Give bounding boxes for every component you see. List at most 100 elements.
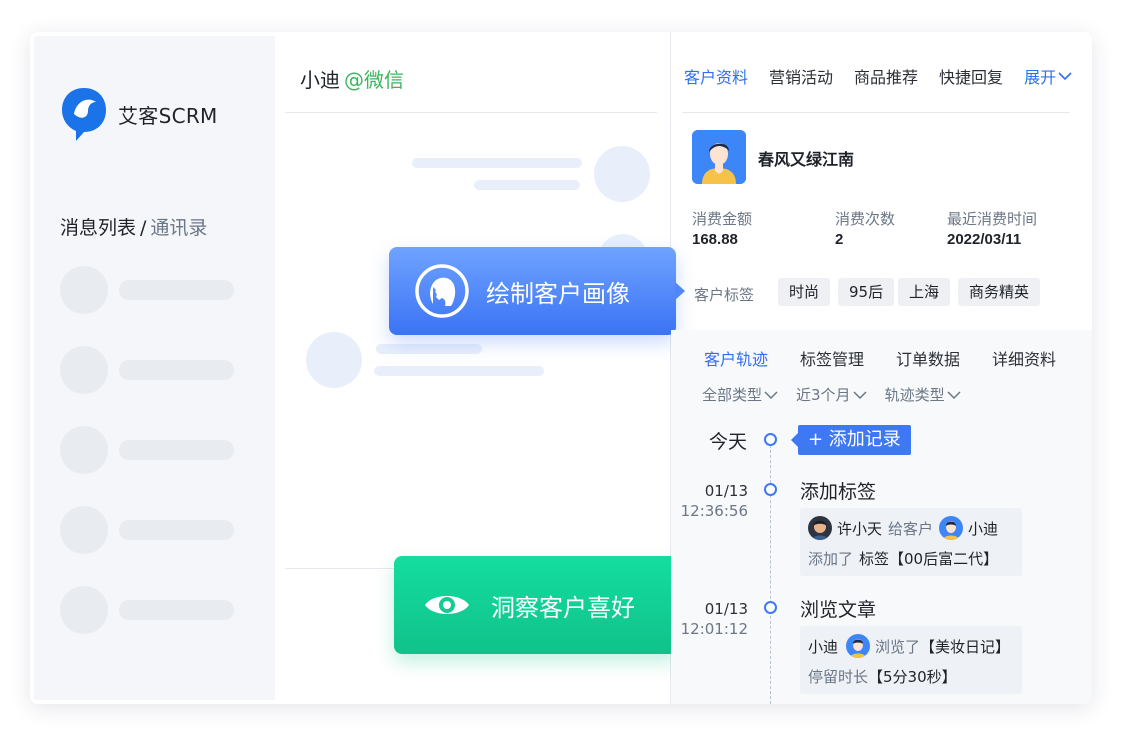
timeline-today: 今天 — [709, 431, 748, 453]
filter-label: 近3个月 — [796, 386, 851, 404]
timeline-dot — [764, 483, 777, 496]
timeline-dot — [764, 433, 777, 446]
avatar — [594, 146, 650, 202]
tab-tag-management[interactable]: 标签管理 — [800, 346, 864, 370]
tab-customer-track[interactable]: 客户轨迹 — [704, 346, 768, 370]
avatar — [306, 332, 362, 388]
event-row: 停留时长 【5分30秒】 — [808, 666, 957, 687]
stat-label-last-date: 最近消费时间 — [947, 210, 1038, 228]
conversation-placeholder[interactable] — [60, 586, 240, 634]
event-title: 添加标签 — [800, 481, 877, 503]
event-verb: 给客户 — [888, 519, 934, 538]
tab-customer-info[interactable]: 客户资料 — [684, 64, 748, 88]
app-window: 艾客SCRM 消息列表 / 通讯录 小迪 @微信 绘制客户画像 洞察客户喜好 客… — [30, 32, 1092, 704]
chevron-down-icon — [1058, 72, 1072, 81]
placeholder-text — [119, 520, 234, 540]
tab-details[interactable]: 详细资料 — [992, 346, 1056, 370]
filter-period[interactable]: 近3个月 — [796, 384, 867, 405]
event-actor: 小迪 — [808, 637, 839, 656]
conversation-placeholder[interactable] — [60, 346, 240, 394]
eye-icon — [419, 577, 475, 633]
event-datetime: 01/13 12:36:56 — [678, 481, 748, 521]
avatar — [60, 426, 108, 474]
event-detail: 【美妆日记】 — [920, 637, 1011, 656]
conversation-placeholder[interactable] — [60, 426, 240, 474]
chat-platform: @微信 — [344, 68, 404, 92]
message-placeholder — [374, 366, 544, 376]
customer-name: 春风又绿江南 — [758, 150, 855, 169]
message-list-link[interactable]: 消息列表 — [60, 217, 136, 239]
event-row: 小迪 浏览了 【美妆日记】 — [808, 634, 1010, 658]
conversation-placeholder[interactable] — [60, 506, 240, 554]
portrait-label: 绘制客户画像 — [486, 279, 630, 308]
event-time: 12:01:12 — [680, 620, 748, 638]
tab-recommend[interactable]: 商品推荐 — [854, 64, 918, 88]
customer-avatar — [692, 130, 746, 184]
placeholder-text — [119, 440, 234, 460]
contacts-link[interactable]: 通讯录 — [150, 217, 207, 239]
insight-label: 洞察客户喜好 — [491, 593, 635, 622]
tab-order-data[interactable]: 订单数据 — [896, 346, 960, 370]
placeholder-text — [119, 600, 234, 620]
timeline-axis — [770, 440, 771, 704]
avatar — [60, 586, 108, 634]
placeholder-text — [119, 280, 234, 300]
chevron-down-icon — [764, 390, 778, 399]
filter-all-types[interactable]: 全部类型 — [702, 384, 778, 405]
chevron-down-icon — [947, 390, 961, 399]
add-record-button[interactable]: + 添加记录 — [791, 425, 911, 455]
stat-label-count: 消费次数 — [835, 210, 896, 228]
message-placeholder — [376, 344, 482, 354]
chat-bird-logo-icon — [62, 88, 106, 141]
event-datetime: 01/13 12:01:12 — [678, 599, 748, 639]
event-date: 01/13 — [704, 600, 748, 618]
stat-label-amount: 消费金额 — [692, 210, 753, 228]
event-card: 许小天 给客户 小迪 添加了 标签【00后富二代】 — [800, 508, 1022, 576]
event-title: 浏览文章 — [800, 599, 877, 621]
filter-track-type[interactable]: 轨迹类型 — [885, 384, 961, 405]
title-separator: / — [140, 217, 147, 239]
stat-value-last-date: 2022/03/11 — [947, 231, 1022, 248]
placeholder-text — [119, 360, 234, 380]
customer-tag[interactable]: 时尚 — [778, 278, 831, 306]
stat-value-amount: 168.88 — [692, 231, 738, 248]
customer-tabs: 客户资料 营销活动 商品推荐 快捷回复 展开 — [684, 64, 1072, 88]
conversation-placeholder[interactable] — [60, 266, 240, 314]
chevron-down-icon — [853, 390, 867, 399]
tab-marketing[interactable]: 营销活动 — [769, 64, 833, 88]
customer-tag[interactable]: 95后 — [838, 278, 895, 306]
track-filters: 全部类型 近3个月 轨迹类型 — [702, 384, 979, 405]
insight-callout: 洞察客户喜好 — [394, 556, 687, 654]
event-action: 添加了 — [808, 550, 854, 568]
woman-profile-icon — [414, 263, 470, 319]
stat-value-count: 2 — [835, 231, 844, 248]
filter-label: 轨迹类型 — [884, 386, 945, 404]
track-tabs: 客户轨迹 标签管理 订单数据 详细资料 — [704, 346, 1056, 370]
expand-button[interactable]: 展开 — [1024, 64, 1072, 88]
expand-label: 展开 — [1024, 68, 1057, 87]
customer-tag[interactable]: 商务精英 — [958, 278, 1041, 306]
event-date: 01/13 — [704, 482, 748, 500]
event-target: 小迪 — [968, 519, 999, 538]
sidebar: 艾客SCRM 消息列表 / 通讯录 — [34, 36, 275, 700]
sidebar-title: 消息列表 / 通讯录 — [60, 213, 207, 240]
event-card: 小迪 浏览了 【美妆日记】 停留时长 【5分30秒】 — [800, 626, 1022, 694]
filter-label: 全部类型 — [702, 386, 763, 404]
avatar — [939, 516, 964, 540]
chat-header: 小迪 @微信 — [300, 64, 404, 93]
message-placeholder — [474, 180, 580, 190]
event-time: 12:36:56 — [680, 502, 748, 520]
event-duration: 【5分30秒】 — [868, 668, 957, 686]
avatar — [60, 346, 108, 394]
event-duration-label: 停留时长 — [808, 668, 869, 686]
chat-contact-name: 小迪 — [300, 68, 340, 92]
tab-quick-reply[interactable]: 快捷回复 — [939, 64, 1003, 88]
divider — [682, 112, 1070, 113]
timeline-dot — [764, 601, 777, 614]
event-actor: 许小天 — [837, 519, 883, 538]
tag-label: 客户标签 — [694, 286, 755, 304]
avatar — [60, 506, 108, 554]
customer-tag[interactable]: 上海 — [898, 278, 951, 306]
portrait-callout: 绘制客户画像 — [389, 247, 685, 335]
message-placeholder — [412, 158, 582, 168]
